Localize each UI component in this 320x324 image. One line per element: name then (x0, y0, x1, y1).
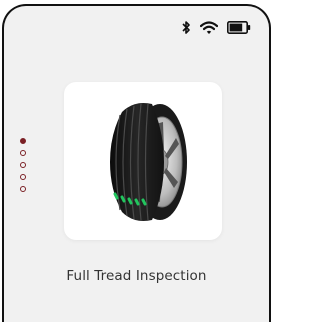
page-dot[interactable] (20, 162, 26, 168)
device-screen: Full Tread Inspection (2, 4, 271, 322)
page-dot[interactable] (20, 138, 26, 144)
bluetooth-icon (182, 20, 191, 35)
page-indicator (20, 138, 26, 192)
tire-icon (110, 103, 187, 221)
status-bar (182, 20, 251, 35)
page-dot[interactable] (20, 186, 26, 192)
wifi-icon (200, 20, 218, 35)
page-dot[interactable] (20, 150, 26, 156)
battery-icon (227, 21, 251, 34)
page-dot[interactable] (20, 174, 26, 180)
card-caption: Full Tread Inspection (66, 268, 207, 284)
tread-inspection-card[interactable] (64, 82, 222, 240)
